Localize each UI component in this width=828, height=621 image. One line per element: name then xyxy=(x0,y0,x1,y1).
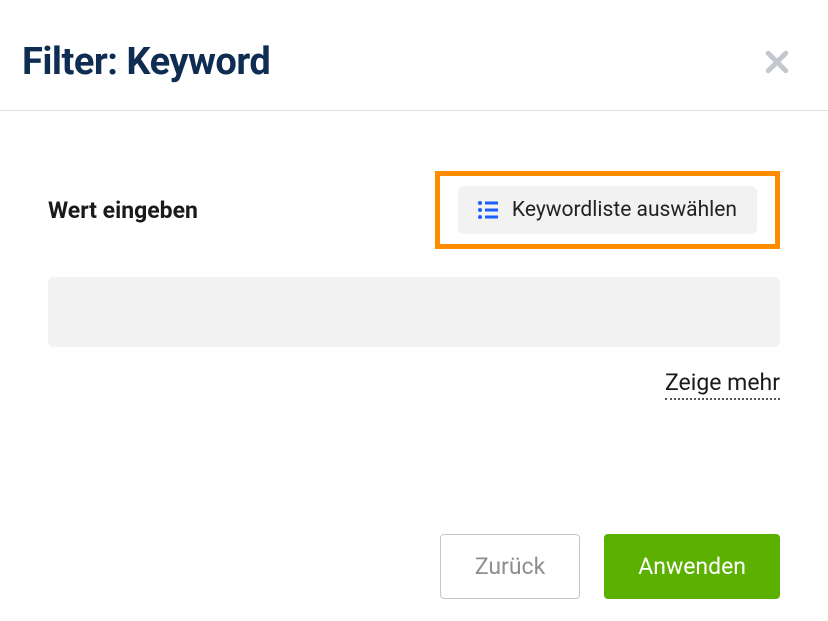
input-label: Wert eingeben xyxy=(48,197,198,224)
keyword-input[interactable] xyxy=(48,277,780,347)
show-more-row: Zeige mehr xyxy=(48,369,780,400)
highlight-annotation: Keywordliste auswählen xyxy=(435,171,780,249)
apply-button[interactable]: Anwenden xyxy=(604,534,780,599)
modal-header: Filter: Keyword xyxy=(0,0,828,111)
show-more-link[interactable]: Zeige mehr xyxy=(665,369,780,400)
select-keyword-list-button[interactable]: Keywordliste auswählen xyxy=(458,186,757,234)
modal-body: Wert eingeben Keywordliste auswählen xyxy=(0,111,828,400)
list-icon xyxy=(478,201,498,219)
back-button[interactable]: Zurück xyxy=(440,534,580,599)
modal-footer: Zurück Anwenden xyxy=(440,534,780,599)
select-keyword-list-label: Keywordliste auswählen xyxy=(512,198,737,222)
close-icon[interactable] xyxy=(762,47,792,77)
input-row-header: Wert eingeben Keywordliste auswählen xyxy=(48,171,780,249)
modal-title: Filter: Keyword xyxy=(22,40,270,84)
